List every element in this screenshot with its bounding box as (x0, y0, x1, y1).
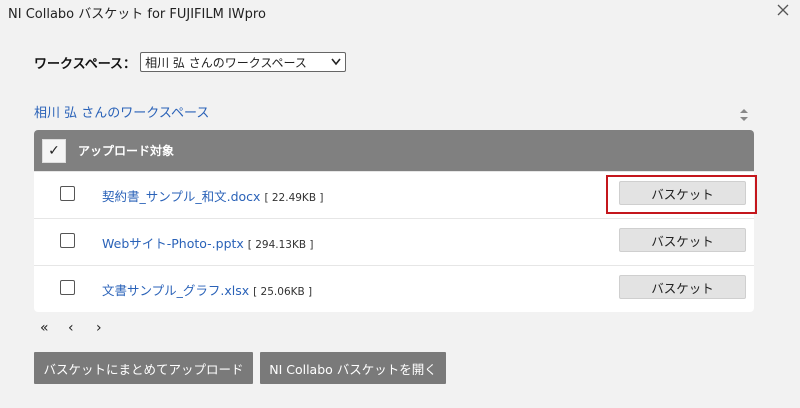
open-basket-button[interactable]: NI Collabo バスケットを開く (260, 352, 446, 384)
row-checkbox[interactable] (60, 186, 75, 201)
file-link[interactable]: 契約書_サンプル_和文.docx (102, 189, 260, 204)
pager: « ‹ › (40, 320, 124, 336)
workspace-select[interactable]: 相川 弘 さんのワークスペース (140, 52, 347, 72)
file-size: [ 22.49KB ] (264, 192, 324, 204)
prev-page-button[interactable]: ‹ (68, 320, 96, 336)
workspace-row: ワークスペース： 相川 弘 さんのワークスペース (34, 52, 347, 72)
row-checkbox[interactable] (60, 233, 75, 248)
close-icon[interactable] (774, 1, 792, 19)
action-bar: バスケットにまとめてアップロード NI Collabo バスケットを開く (34, 352, 446, 384)
select-all-checkbox[interactable]: ✓ (42, 138, 66, 163)
next-page-button[interactable]: › (96, 320, 124, 336)
header-label: アップロード対象 (78, 144, 175, 158)
workspace-link[interactable]: 相川 弘 さんのワークスペース (34, 102, 209, 121)
basket-button[interactable]: バスケット (619, 181, 746, 205)
sort-icon[interactable] (738, 107, 750, 123)
workspace-select-value: 相川 弘 さんのワークスペース (145, 55, 307, 70)
upload-all-button[interactable]: バスケットにまとめてアップロード (34, 352, 253, 384)
file-size: [ 294.13KB ] (247, 239, 314, 251)
table-row: Webサイト-Photo-.pptx [ 294.13KB ] バスケット (34, 218, 754, 265)
file-cell: Webサイト-Photo-.pptx [ 294.13KB ] (102, 233, 314, 252)
file-link[interactable]: Webサイト-Photo-.pptx (102, 236, 244, 251)
title-bar: NI Collabo バスケット for FUJIFILM IWpro (0, 0, 800, 24)
table-row: 契約書_サンプル_和文.docx [ 22.49KB ] バスケット (34, 171, 754, 218)
basket-button[interactable]: バスケット (619, 275, 746, 299)
first-page-button[interactable]: « (40, 320, 68, 336)
window-title: NI Collabo バスケット for FUJIFILM IWpro (8, 7, 266, 22)
file-cell: 文書サンプル_グラフ.xlsx [ 25.06KB ] (102, 280, 312, 299)
file-size: [ 25.06KB ] (253, 286, 313, 298)
table-row: 文書サンプル_グラフ.xlsx [ 25.06KB ] バスケット (34, 265, 754, 312)
row-checkbox[interactable] (60, 280, 75, 295)
file-cell: 契約書_サンプル_和文.docx [ 22.49KB ] (102, 186, 323, 205)
chevron-down-icon (331, 55, 341, 69)
file-table: ✓ アップロード対象 契約書_サンプル_和文.docx [ 22.49KB ] … (34, 130, 754, 312)
table-header: ✓ アップロード対象 (34, 130, 754, 171)
basket-button[interactable]: バスケット (619, 228, 746, 252)
file-link[interactable]: 文書サンプル_グラフ.xlsx (102, 283, 249, 298)
workspace-label: ワークスペース： (34, 56, 137, 72)
